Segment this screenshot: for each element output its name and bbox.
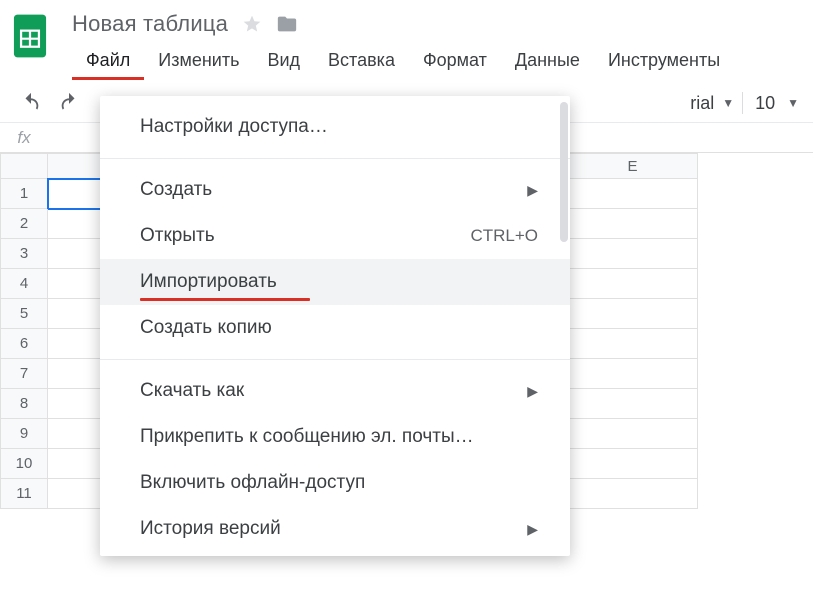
menu-shortcut: CTRL+O bbox=[470, 226, 538, 246]
chevron-right-icon: ▶ bbox=[527, 182, 538, 199]
cell[interactable] bbox=[568, 269, 698, 299]
cell[interactable] bbox=[568, 419, 698, 449]
chevron-down-icon[interactable]: ▼ bbox=[787, 96, 799, 110]
select-all-corner[interactable] bbox=[0, 153, 48, 179]
menu-файл[interactable]: Файл bbox=[72, 44, 144, 80]
cell[interactable] bbox=[568, 299, 698, 329]
row-header[interactable]: 3 bbox=[0, 239, 48, 269]
folder-icon[interactable] bbox=[276, 13, 298, 35]
row-header[interactable]: 9 bbox=[0, 419, 48, 449]
chevron-right-icon: ▶ bbox=[527, 383, 538, 400]
menu-item-label: Создать копию bbox=[140, 317, 272, 339]
row-header[interactable]: 4 bbox=[0, 269, 48, 299]
file-menu-item[interactable]: Включить офлайн-доступ bbox=[100, 460, 570, 506]
file-menu-item[interactable]: История версий ▶ bbox=[100, 506, 570, 552]
cell[interactable] bbox=[568, 179, 698, 209]
menu-вставка[interactable]: Вставка bbox=[314, 44, 409, 80]
row-header[interactable]: 1 bbox=[0, 179, 48, 209]
font-name-select[interactable]: rial bbox=[690, 93, 714, 114]
menu-формат[interactable]: Формат bbox=[409, 44, 501, 80]
document-title[interactable]: Новая таблица bbox=[72, 11, 228, 37]
menu-данные[interactable]: Данные bbox=[501, 44, 594, 80]
cell[interactable] bbox=[568, 389, 698, 419]
cell[interactable] bbox=[568, 329, 698, 359]
file-menu-item[interactable]: Открыть CTRL+O bbox=[100, 213, 570, 259]
sheets-logo-icon[interactable] bbox=[8, 8, 52, 64]
menu-инструменты[interactable]: Инструменты bbox=[594, 44, 734, 80]
row-header[interactable]: 7 bbox=[0, 359, 48, 389]
cell[interactable] bbox=[568, 239, 698, 269]
menu-item-label: Открыть bbox=[140, 225, 215, 247]
file-menu-item[interactable]: Создать ▶ bbox=[100, 167, 570, 213]
font-size-select[interactable]: 10 bbox=[751, 93, 779, 114]
menu-item-label: Включить офлайн-доступ bbox=[140, 472, 365, 494]
file-menu-item[interactable]: Настройки доступа… bbox=[100, 104, 570, 150]
star-icon[interactable] bbox=[242, 14, 262, 34]
menu-item-label: История версий bbox=[140, 518, 281, 540]
menu-item-label: Настройки доступа… bbox=[140, 116, 328, 138]
cell[interactable] bbox=[568, 479, 698, 509]
cell[interactable] bbox=[568, 359, 698, 389]
undo-button[interactable] bbox=[18, 90, 44, 116]
file-menu-item[interactable]: Импортировать bbox=[100, 259, 570, 305]
menu-изменить[interactable]: Изменить bbox=[144, 44, 253, 80]
cell[interactable] bbox=[568, 209, 698, 239]
menu-separator bbox=[100, 158, 570, 159]
file-menu-item[interactable]: Скачать как ▶ bbox=[100, 368, 570, 414]
cell[interactable] bbox=[568, 449, 698, 479]
menu-item-label: Импортировать bbox=[140, 271, 277, 293]
row-header[interactable]: 5 bbox=[0, 299, 48, 329]
highlight-underline bbox=[140, 298, 310, 301]
menu-item-label: Скачать как bbox=[140, 380, 244, 402]
redo-button[interactable] bbox=[56, 90, 82, 116]
column-header[interactable]: E bbox=[568, 153, 698, 179]
row-header[interactable]: 2 bbox=[0, 209, 48, 239]
row-header[interactable]: 8 bbox=[0, 389, 48, 419]
chevron-right-icon: ▶ bbox=[527, 521, 538, 538]
file-menu-item[interactable]: Создать копию bbox=[100, 305, 570, 351]
menu-separator bbox=[100, 359, 570, 360]
file-menu-item[interactable]: Прикрепить к сообщению эл. почты… bbox=[100, 414, 570, 460]
menu-вид[interactable]: Вид bbox=[253, 44, 314, 80]
menu-item-label: Прикрепить к сообщению эл. почты… bbox=[140, 426, 474, 448]
file-menu-dropdown: Настройки доступа… Создать ▶ Открыть CTRL+O И… bbox=[100, 96, 570, 556]
chevron-down-icon[interactable]: ▼ bbox=[722, 96, 734, 110]
row-header[interactable]: 10 bbox=[0, 449, 48, 479]
row-header[interactable]: 11 bbox=[0, 479, 48, 509]
toolbar-divider bbox=[742, 92, 743, 114]
menu-item-label: Создать bbox=[140, 179, 212, 201]
formula-bar-label: fx bbox=[0, 128, 48, 148]
row-header[interactable]: 6 bbox=[0, 329, 48, 359]
